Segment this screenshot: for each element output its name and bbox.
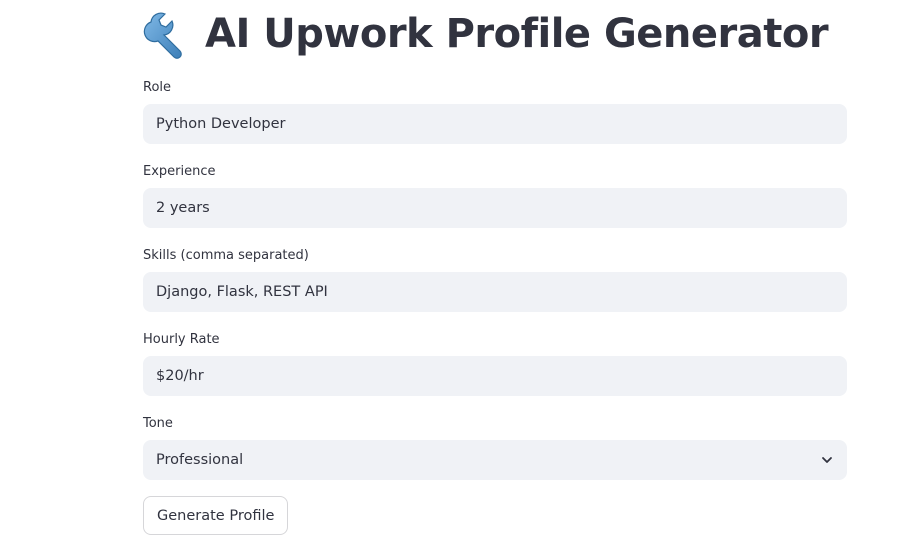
role-input[interactable]: Python Developer bbox=[143, 104, 847, 144]
title-text: AI Upwork Profile Generator bbox=[205, 11, 829, 57]
skills-field: Skills (comma separated) Django, Flask, … bbox=[143, 247, 847, 312]
skills-input[interactable]: Django, Flask, REST API bbox=[143, 272, 847, 312]
wrench-icon bbox=[143, 8, 195, 60]
hourly-rate-field: Hourly Rate $20/hr bbox=[143, 331, 847, 396]
role-label: Role bbox=[143, 80, 172, 95]
hourly-rate-input[interactable]: $20/hr bbox=[143, 356, 847, 396]
experience-input[interactable]: 2 years bbox=[143, 188, 847, 228]
tone-label: Tone bbox=[143, 416, 173, 431]
experience-label: Experience bbox=[143, 164, 216, 179]
tone-selected-value: Professional bbox=[156, 452, 244, 468]
page-title: AI Upwork Profile Generator bbox=[143, 6, 829, 62]
tone-field: Tone Professional bbox=[143, 415, 847, 480]
generate-profile-button[interactable]: Generate Profile bbox=[143, 496, 289, 535]
role-field: Role Python Developer bbox=[143, 79, 847, 144]
chevron-down-icon bbox=[821, 454, 833, 466]
experience-field: Experience 2 years bbox=[143, 163, 847, 228]
skills-label: Skills (comma separated) bbox=[143, 248, 309, 263]
tone-select[interactable]: Professional bbox=[143, 440, 847, 480]
hourly-rate-label: Hourly Rate bbox=[143, 332, 220, 347]
